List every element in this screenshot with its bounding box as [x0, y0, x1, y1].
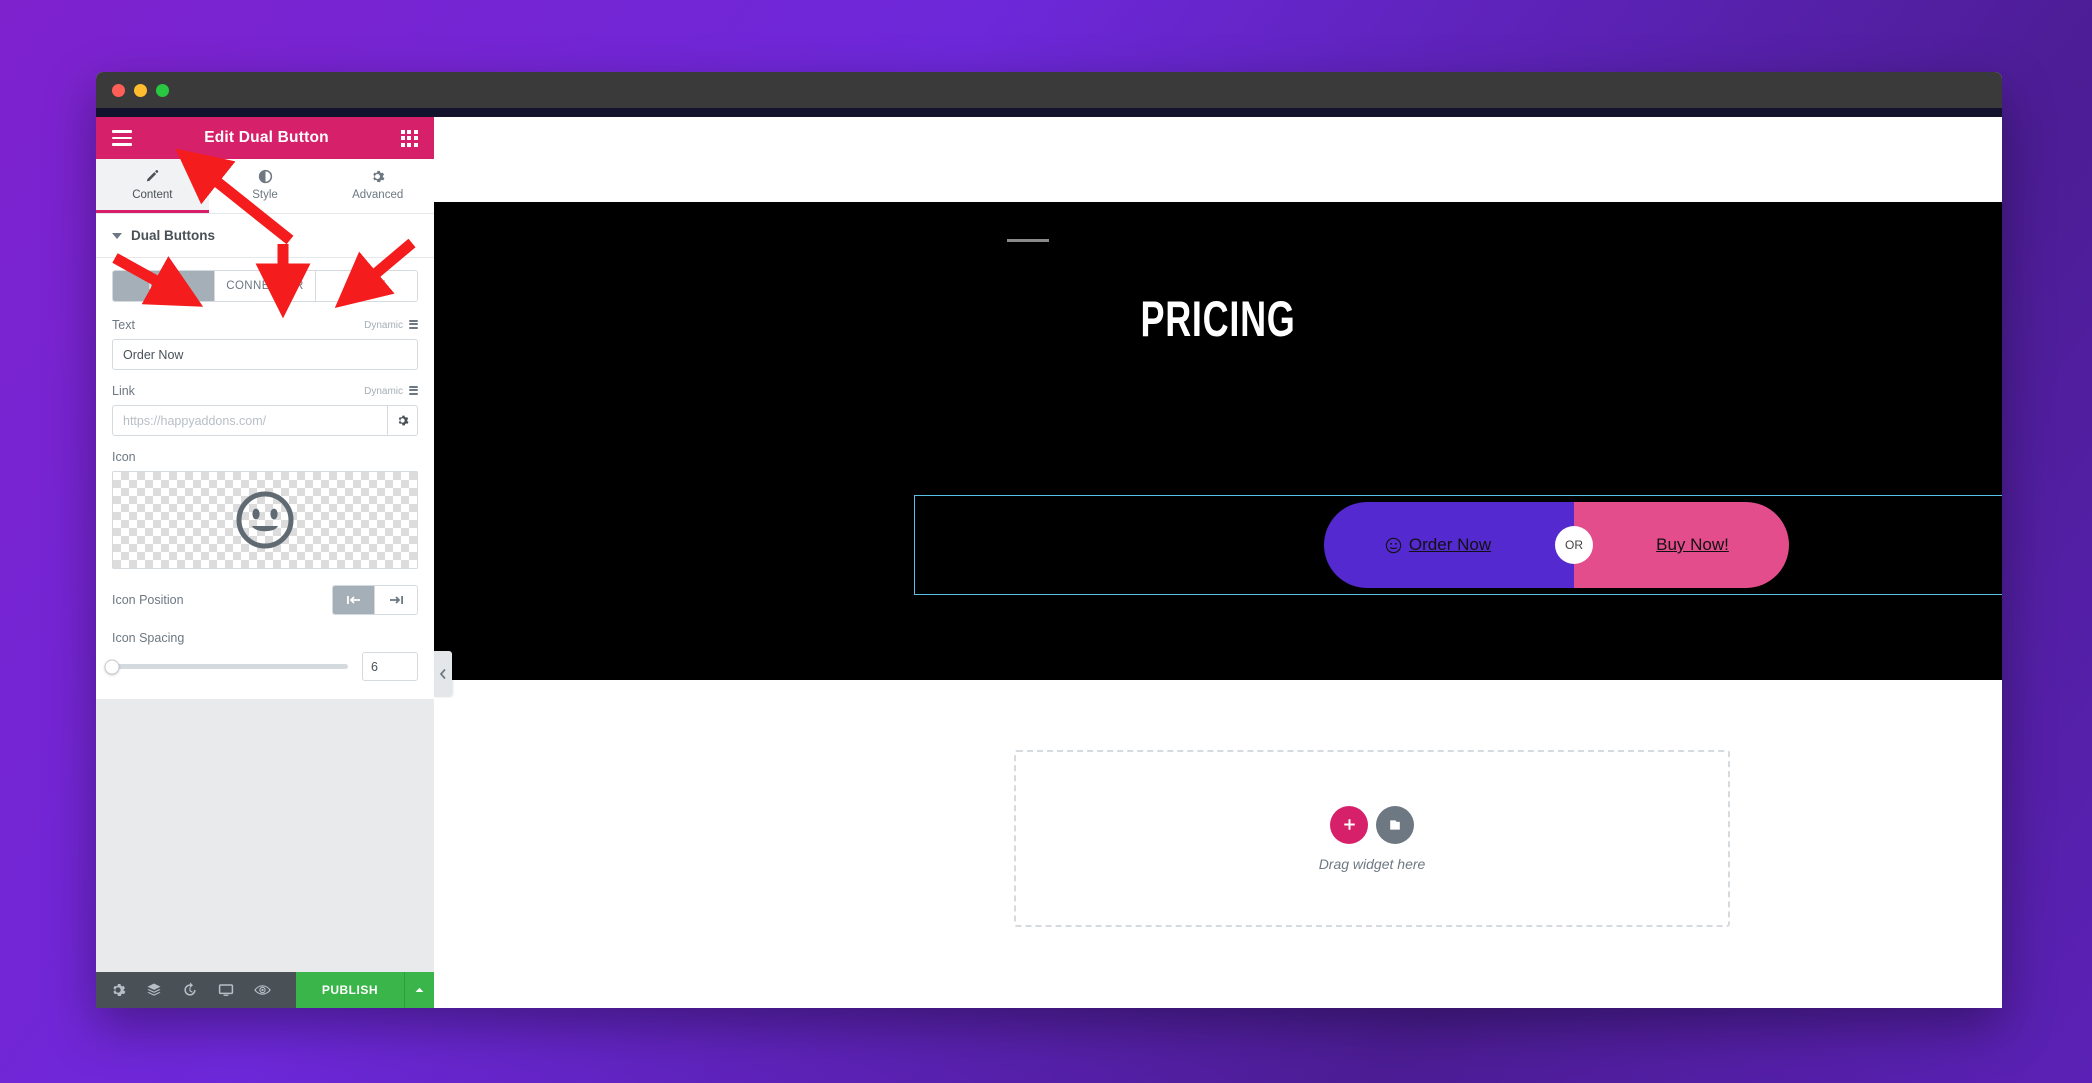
dual-button-widget[interactable]: Order Now Buy Now! OR [914, 495, 2002, 595]
window-titlebar [96, 72, 2002, 108]
dropzone-buttons [1330, 805, 1414, 844]
icon-spacing-label: Icon Spacing [112, 631, 185, 645]
chevron-left-icon [439, 668, 446, 680]
app-window: Edit Dual Button Content Style Advanced … [96, 72, 2002, 1008]
add-widget-button[interactable] [1330, 805, 1368, 844]
folder-template-icon [1390, 819, 1400, 830]
icon-spacing-row [104, 652, 418, 681]
panel-collapse-button[interactable] [434, 651, 452, 697]
add-template-button[interactable] [1376, 805, 1414, 844]
field-link: Link Dynamic [112, 384, 418, 436]
responsive-icon[interactable] [218, 982, 234, 998]
text-dynamic-label: Dynamic [364, 319, 403, 331]
segment-left[interactable]: LEFT [113, 271, 215, 301]
icon-before-button[interactable] [333, 586, 375, 614]
publish-button[interactable]: PUBLISH [295, 972, 404, 1008]
link-input-group [112, 405, 418, 436]
text-label-row: Text Dynamic [112, 318, 418, 332]
tab-advanced[interactable]: Advanced [321, 159, 434, 213]
widget-dropzone[interactable]: Drag widget here [1014, 750, 1730, 927]
panel-title: Edit Dual Button [204, 129, 329, 146]
panel-content: LEFT CONNECTOR RIGHT Text Dynamic Order … [96, 258, 434, 699]
icon-spacing-label-row: Icon Spacing [112, 631, 418, 645]
editor-body: Edit Dual Button Content Style Advanced … [96, 117, 2002, 1008]
dual-button-group: Order Now Buy Now! OR [1324, 502, 1789, 588]
maximize-window-button[interactable] [156, 83, 169, 97]
field-icon-spacing: Icon Spacing [104, 631, 418, 681]
widgets-grid-icon[interactable] [400, 129, 418, 147]
link-input[interactable] [112, 405, 388, 436]
page-title: PRICING [1140, 291, 1296, 347]
panel-header: Edit Dual Button [96, 117, 434, 159]
field-icon: Icon [112, 450, 418, 569]
smiley-face-icon [236, 491, 294, 549]
section-dual-buttons[interactable]: Dual Buttons [96, 214, 434, 258]
minimize-window-button[interactable] [134, 83, 147, 97]
chevron-down-icon [112, 232, 122, 239]
slider-handle[interactable] [104, 659, 120, 674]
text-input[interactable] [112, 339, 418, 370]
section-title: Dual Buttons [131, 228, 215, 243]
editor-panel: Edit Dual Button Content Style Advanced … [96, 117, 434, 1008]
plus-icon [1343, 819, 1355, 830]
segment-connector[interactable]: CONNECTOR [214, 271, 317, 301]
tab-style[interactable]: Style [209, 159, 322, 213]
gear-icon [398, 415, 409, 426]
link-options-button[interactable] [387, 405, 418, 436]
tab-content-label: Content [132, 189, 173, 201]
hero-section[interactable]: PRICING Order Now Buy Now! OR [434, 202, 2002, 680]
hamburger-icon[interactable] [112, 130, 132, 146]
order-now-label: Order Now [1408, 535, 1492, 554]
connector-badge[interactable]: OR [1555, 526, 1593, 564]
tab-content[interactable]: Content [96, 159, 209, 213]
after-icon [390, 596, 403, 604]
icon-label-row: Icon [112, 450, 418, 464]
publish-group: PUBLISH [295, 972, 434, 1008]
icon-preview[interactable] [112, 471, 418, 569]
smiley-face-icon [1385, 537, 1402, 553]
link-label-row: Link Dynamic [112, 384, 418, 398]
settings-gear-icon[interactable] [110, 982, 126, 998]
editor-canvas: PRICING Order Now Buy Now! OR Drag widge… [434, 117, 2002, 1008]
buy-now-label: Buy Now! [1656, 535, 1729, 554]
panel-footer: PUBLISH [96, 972, 434, 1008]
icon-label: Icon [112, 450, 136, 464]
dropzone-label: Drag widget here [1318, 855, 1426, 872]
database-icon [409, 319, 418, 331]
tab-style-label: Style [252, 189, 278, 201]
panel-tabs: Content Style Advanced [96, 159, 434, 214]
icon-spacing-input[interactable] [362, 652, 418, 681]
gear-icon [373, 170, 385, 183]
tab-advanced-label: Advanced [352, 189, 404, 201]
panel-empty-space [96, 699, 434, 972]
link-label: Link [112, 384, 135, 398]
history-icon[interactable] [182, 982, 198, 998]
text-dynamic-toggle[interactable]: Dynamic [364, 319, 418, 331]
canvas-top-space [434, 117, 2002, 202]
contrast-icon [258, 169, 272, 184]
icon-after-button[interactable] [375, 586, 417, 614]
database-icon [409, 385, 418, 397]
order-now-button[interactable]: Order Now [1324, 502, 1574, 588]
segment-right[interactable]: RIGHT [316, 271, 417, 301]
field-icon-position: Icon Position [112, 585, 418, 615]
publish-options-button[interactable] [404, 972, 434, 1008]
wp-admin-bar [96, 108, 2002, 117]
canvas-bottom-section: Drag widget here [434, 680, 2002, 1008]
close-window-button[interactable] [112, 83, 125, 97]
buy-now-button[interactable]: Buy Now! [1574, 502, 1789, 588]
field-text: Text Dynamic [112, 318, 418, 370]
pencil-icon [146, 170, 158, 182]
caret-up-icon [415, 987, 424, 992]
icon-position-label: Icon Position [112, 593, 184, 607]
text-label: Text [112, 318, 135, 332]
icon-position-toggle [332, 585, 418, 615]
preview-eye-icon[interactable] [254, 982, 271, 998]
button-side-segmented-control: LEFT CONNECTOR RIGHT [112, 270, 418, 302]
layers-icon[interactable] [146, 982, 162, 998]
icon-spacing-slider[interactable] [104, 659, 348, 674]
before-icon [346, 596, 360, 604]
link-dynamic-toggle[interactable]: Dynamic [364, 385, 418, 397]
link-dynamic-label: Dynamic [364, 385, 403, 397]
